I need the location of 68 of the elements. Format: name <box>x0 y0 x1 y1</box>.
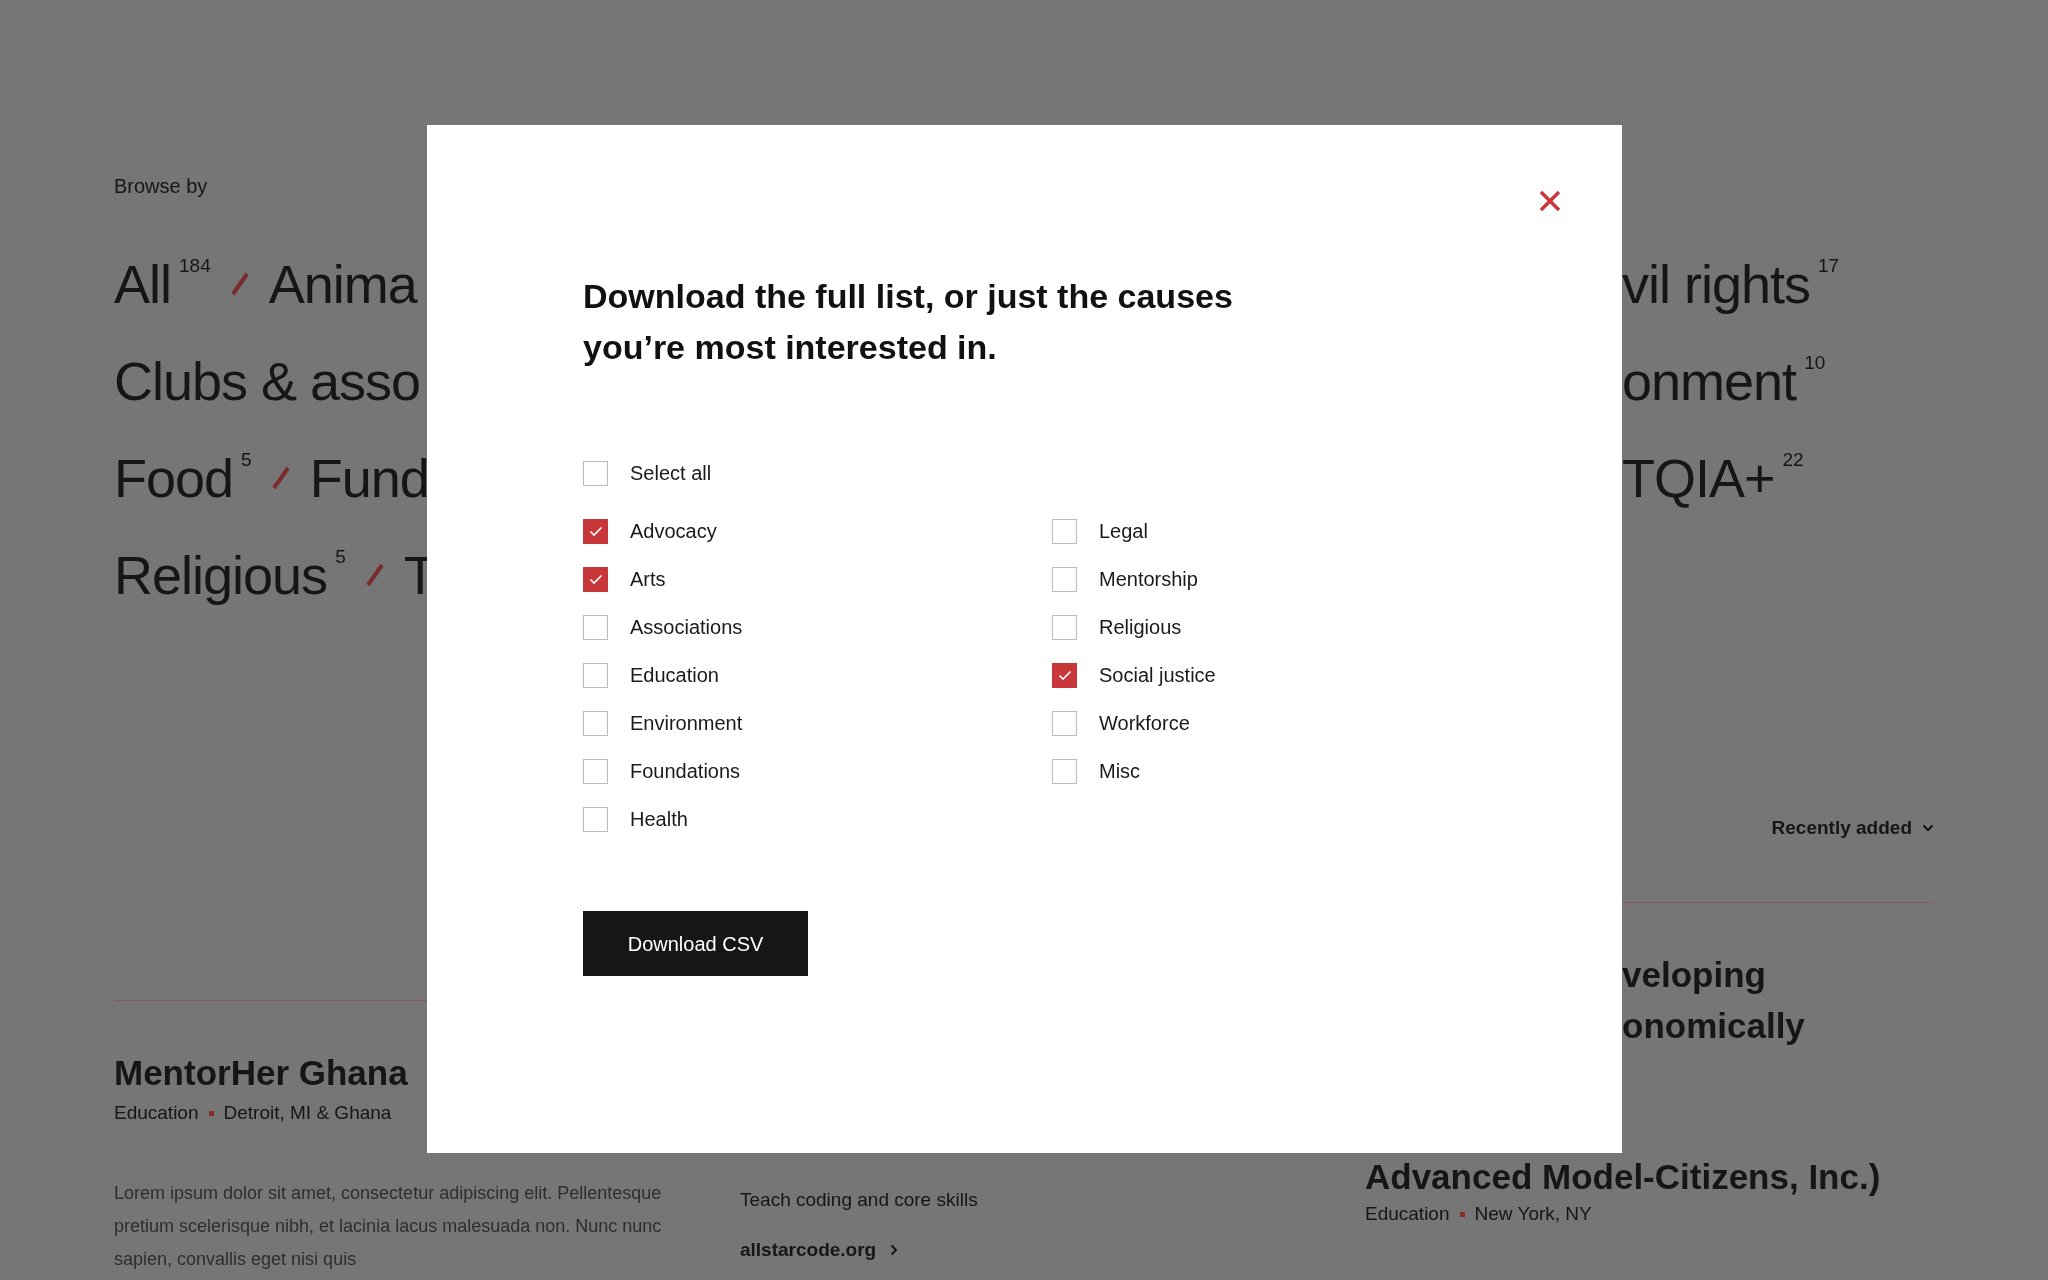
option-label[interactable]: Environment <box>630 708 743 738</box>
slash-separator-icon <box>271 465 290 490</box>
browse-label: Browse by <box>114 174 209 199</box>
checkbox[interactable] <box>583 806 608 832</box>
listing-location: New York, NY <box>1474 1202 1592 1226</box>
check-icon <box>1057 669 1072 681</box>
checkbox[interactable] <box>583 662 608 688</box>
option-label[interactable]: Advocacy <box>630 516 717 546</box>
category-count: 10 <box>1804 352 1826 373</box>
listing-category: Education <box>1365 1202 1450 1226</box>
category-link[interactable]: All <box>114 253 171 314</box>
option-label[interactable]: Religious <box>1099 612 1182 642</box>
option-label[interactable]: Misc <box>1099 756 1141 786</box>
listing-description: Teach coding and core skills <box>740 1188 979 1212</box>
dialog-title: Download the full list, or just the causes you’re most interested in. <box>583 276 1234 368</box>
listing-location: Detroit, MI & Ghana <box>223 1101 392 1125</box>
slash-separator-icon <box>365 562 384 587</box>
checkbox[interactable] <box>1052 566 1077 592</box>
listing-title[interactable]: MentorHer Ghana <box>114 1047 427 1098</box>
listing-title-line[interactable]: Advanced Model-Citizens, Inc.) <box>1365 1153 2048 1201</box>
dot-separator-icon <box>208 1110 214 1116</box>
checkbox[interactable] <box>583 518 608 544</box>
listing-title-line[interactable]: veloping <box>1622 949 1934 1000</box>
category-link[interactable]: vil rights <box>1622 253 1811 314</box>
category-link[interactable]: onment <box>1622 350 1797 411</box>
checkbox[interactable] <box>1052 614 1077 640</box>
chevron-down-icon <box>1922 824 1934 832</box>
category-count: 5 <box>335 546 346 567</box>
listing-category: Education <box>114 1101 199 1125</box>
sort-dropdown[interactable]: Recently added <box>1771 813 1934 843</box>
dot-separator-icon <box>1459 1211 1465 1217</box>
option-label[interactable]: Social justice <box>1099 660 1216 690</box>
option-label[interactable]: Associations <box>630 612 743 642</box>
option-label[interactable]: Education <box>630 660 719 690</box>
check-icon <box>588 573 603 585</box>
category-count: 17 <box>1818 255 1840 276</box>
close-icon[interactable] <box>1538 189 1562 213</box>
checkbox[interactable] <box>1052 518 1077 544</box>
checkbox[interactable] <box>1052 662 1077 688</box>
option-label[interactable]: Legal <box>1099 516 1148 546</box>
option-label[interactable]: Mentorship <box>1099 564 1198 594</box>
chevron-right-icon <box>890 1244 899 1256</box>
category-count: 22 <box>1782 449 1804 470</box>
option-label[interactable]: Arts <box>630 564 666 594</box>
category-link[interactable]: Clubs & asso <box>114 350 421 411</box>
checkbox[interactable] <box>583 614 608 640</box>
checkbox[interactable] <box>1052 710 1077 736</box>
listing-title-line[interactable]: onomically <box>1622 1000 1934 1051</box>
category-link[interactable]: Anima <box>268 253 417 314</box>
checkbox[interactable] <box>583 758 608 784</box>
category-link[interactable]: TQIA+ <box>1622 447 1775 508</box>
option-label[interactable]: Health <box>630 804 688 834</box>
download-button[interactable]: Download CSV <box>583 911 808 976</box>
category-link[interactable]: Food <box>114 447 234 508</box>
category-link[interactable]: Religious <box>114 544 328 605</box>
listing-description: Lorem ipsum dolor sit amet, consectetur adipiscing elit. Pellentesque pretium scelerisque nibh, et lacinia lacus malesuada non. Nunc nunc sapien, convallis eget nisi quis <box>114 1182 663 1271</box>
checkbox[interactable] <box>583 460 608 486</box>
category-count: 184 <box>179 255 211 276</box>
check-icon <box>588 525 603 537</box>
slash-separator-icon <box>230 271 249 296</box>
checkbox[interactable] <box>583 710 608 736</box>
checkbox[interactable] <box>583 566 608 592</box>
category-count: 5 <box>241 449 252 470</box>
checkbox[interactable] <box>1052 758 1077 784</box>
website-link[interactable]: allstarcode.org <box>740 1237 1365 1263</box>
option-label[interactable]: Select all <box>630 458 712 488</box>
option-label[interactable]: Foundations <box>630 756 741 786</box>
option-label[interactable]: Workforce <box>1099 708 1190 738</box>
